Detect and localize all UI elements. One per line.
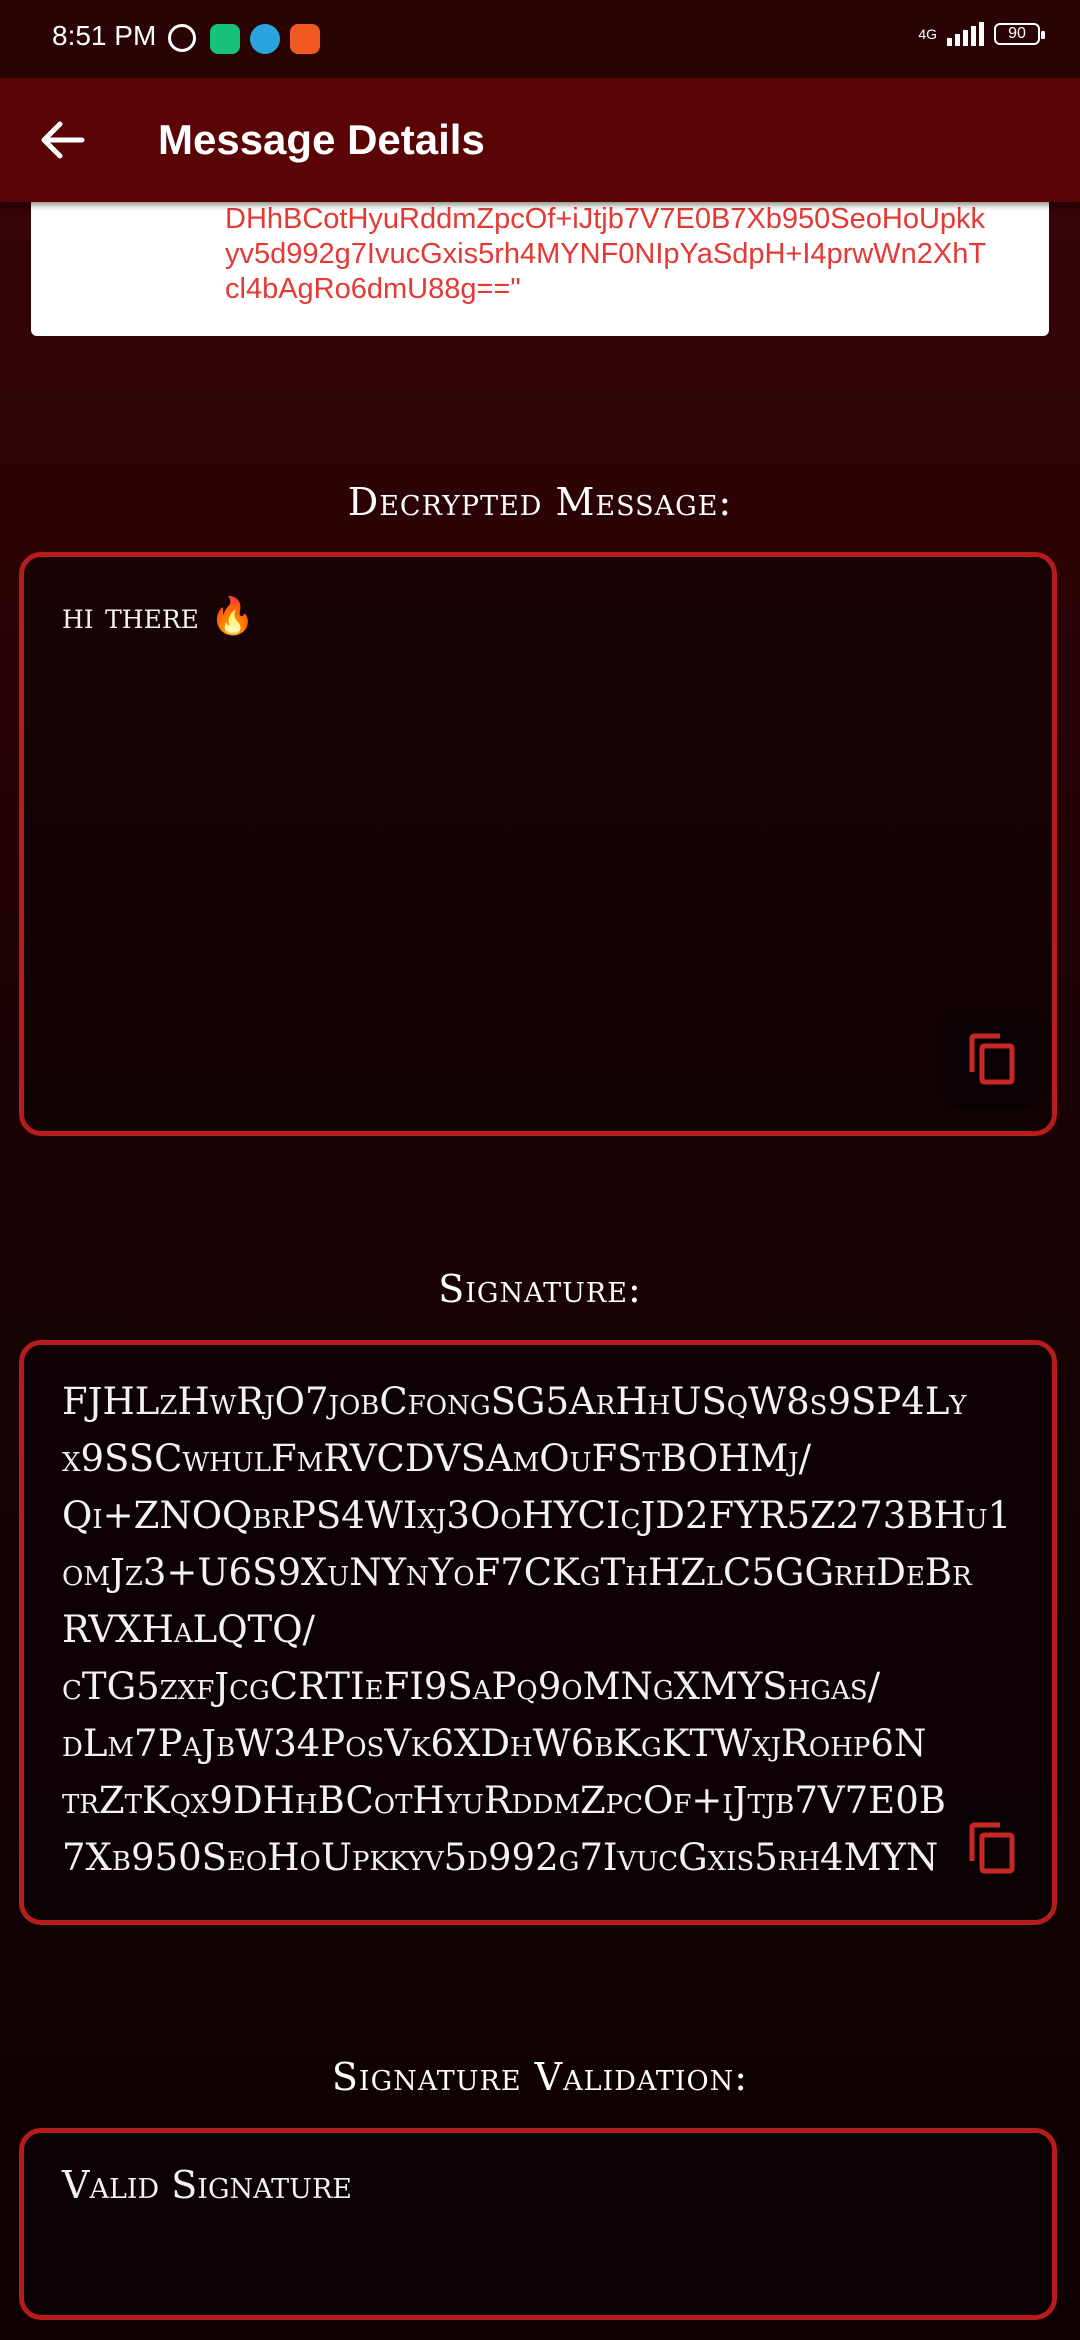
decrypted-message-text: hi there 🔥 [62,596,256,637]
signature-title: Signature: [438,1267,642,1311]
copy-signature-button[interactable] [942,1798,1042,1898]
alarm-icon [168,24,196,52]
status-right: 4G 90 [918,22,1045,46]
app-bar: Message Details [0,78,1080,202]
network-type: 4G [918,26,937,42]
telegram-icon [250,24,280,54]
battery-icon: 90 [994,23,1045,45]
copy-decrypted-button[interactable] [942,1009,1042,1109]
signature-text: FJHLzHwRjO7jobCfongSG5ArHhUSqW8s9SP4Ly x… [62,1380,1012,1879]
decrypted-message-box: hi there 🔥 [19,552,1057,1136]
status-time: 8:51 PM [52,20,157,51]
arrow-back-icon[interactable] [38,118,86,162]
copy-icon [969,1822,1015,1874]
signature-box: FJHLzHwRjO7jobCfongSG5ArHhUSqW8s9SP4Ly x… [19,1340,1057,1925]
signature-validation-text: Valid Signature [62,2163,352,2207]
page-title: Message Details [158,116,485,163]
shield-icon [210,24,240,54]
copy-icon [969,1033,1015,1085]
signature-validation-box: Valid Signature [19,2128,1057,2320]
signal-icon [947,22,984,46]
battery-level: 90 [1008,25,1026,42]
status-bar: 8:51 PM 4G 90 [0,0,1080,78]
mi-app-icon [290,24,320,54]
signature-validation-title: Signature Validation: [331,2055,749,2099]
decrypted-message-title: Decrypted Message: [347,480,733,524]
encrypted-message-text: DHhBCotHyuRddmZpcOf+iJtjb7V7E0B7Xb950Seo… [225,203,987,305]
